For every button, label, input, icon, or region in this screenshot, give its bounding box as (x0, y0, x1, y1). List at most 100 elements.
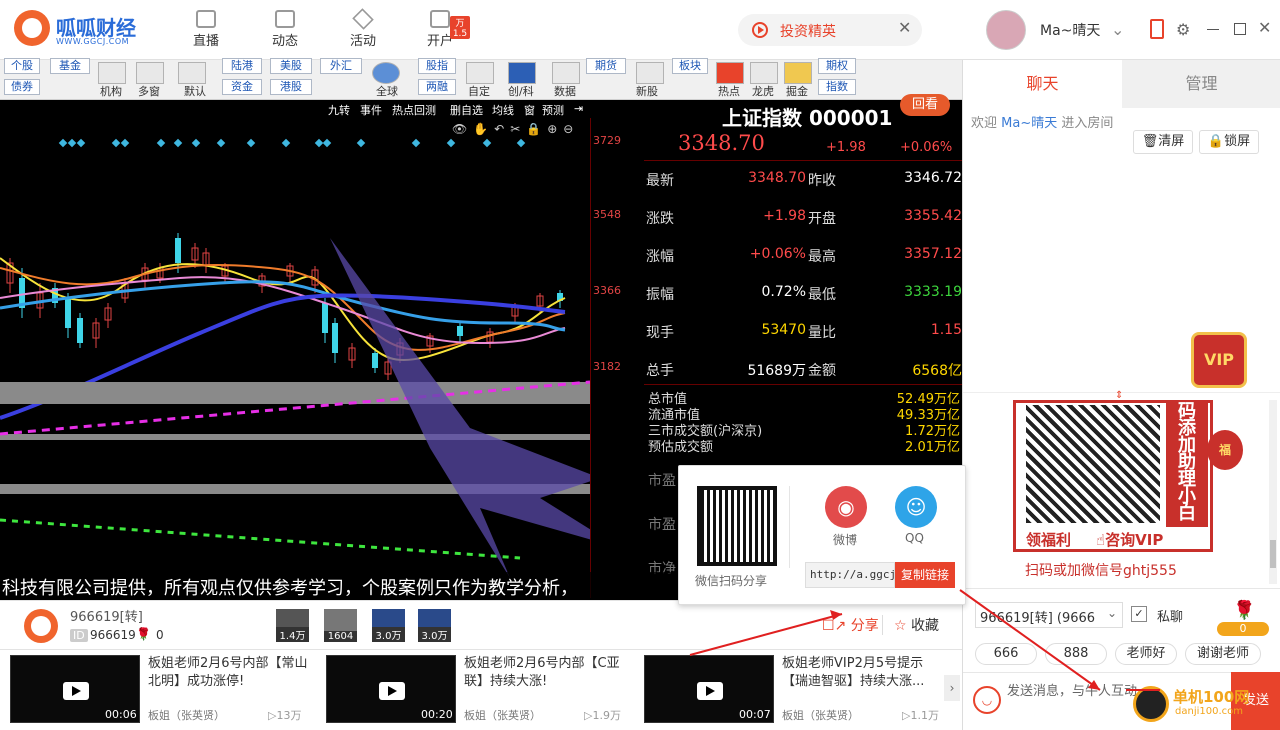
close-icon[interactable]: ✕ (898, 18, 911, 37)
video-title[interactable]: 板姐老师VIP2月5号提示【瑞迪智驱】持续大涨... (782, 655, 942, 691)
dragon-tiger-icon[interactable] (750, 62, 778, 84)
toolbar-indices[interactable]: 指数 (818, 79, 856, 95)
emoji-icon[interactable]: ◡ (973, 686, 1001, 714)
hot-icon[interactable] (716, 62, 744, 84)
toolbar-bond[interactable]: 债券 (4, 79, 40, 95)
room-id: 966619 (90, 628, 136, 642)
quick-reply[interactable]: 888 (1045, 643, 1107, 665)
toolbar-stock[interactable]: 个股 (4, 58, 40, 74)
multi-window-icon[interactable] (136, 62, 164, 84)
copy-link-button[interactable]: 复制链接 (895, 562, 955, 588)
tool-window[interactable]: 窗 (524, 102, 535, 118)
quote-value: 53470 (761, 322, 806, 338)
promo-banner[interactable]: 投资精英 ✕ (738, 14, 922, 46)
toolbar-index-futures[interactable]: 股指 (418, 58, 456, 74)
minimize-icon[interactable] (1207, 29, 1219, 30)
quote-row: 涨跌 +1.98 开盘 3355.42 (646, 208, 962, 228)
clear-button[interactable]: 🗑清屏 (1133, 130, 1193, 154)
weibo-icon[interactable]: ◉ (825, 486, 867, 528)
home-icon[interactable] (178, 62, 206, 84)
quote-key: 最新 (646, 173, 674, 189)
tab-manage[interactable]: 管理 (1122, 60, 1280, 108)
toolbar-sector[interactable]: 板块 (672, 58, 708, 74)
custom-icon[interactable] (466, 62, 494, 84)
private-checkbox[interactable]: ✓ (1131, 606, 1147, 622)
toolbar-forex[interactable]: 外汇 (320, 58, 362, 74)
quick-reply[interactable]: 666 (975, 643, 1037, 665)
avatar[interactable] (986, 10, 1026, 50)
gift-button[interactable]: 🌹 0 (1217, 600, 1269, 636)
guest-avatar[interactable]: 3.0万 (418, 609, 451, 642)
chevron-down-icon: ⌄ (1107, 606, 1118, 620)
tool-backtest[interactable]: 热点回测 (392, 102, 436, 118)
room-info-bar: 966619[转] ID 966619 🌹 0 1.4万 1604 3.0万 3… (0, 600, 962, 650)
pe-data-icon[interactable] (552, 62, 580, 84)
quote-price: 3348.70 (678, 131, 765, 155)
institution-icon[interactable] (98, 62, 126, 84)
toolbar-futures[interactable]: 期货 (586, 58, 626, 74)
toolbar-margin[interactable]: 两融 (418, 79, 456, 95)
video-duration: 00:06 (105, 708, 137, 721)
video-title[interactable]: 板姐老师2月6号内部【C亚联】持续大涨! (464, 655, 624, 691)
tool-forecast[interactable]: 预测 (542, 102, 564, 118)
quick-reply[interactable]: 谢谢老师 (1185, 643, 1261, 665)
vip-badge[interactable]: VIP (1191, 332, 1247, 388)
share-link-field[interactable]: http://a.ggcj. (805, 562, 895, 588)
guest-avatar[interactable]: 1.4万 (276, 609, 309, 642)
quote-key: 总手 (646, 363, 674, 379)
quote-key: 开盘 (808, 211, 836, 227)
toolbar-us-stock[interactable]: 美股 (270, 58, 312, 74)
guest-fans: 1604 (324, 631, 357, 642)
window-close-icon[interactable]: ✕ (1258, 18, 1271, 37)
tool-ma[interactable]: 均线 (492, 102, 514, 118)
nav-activity[interactable]: 活动 (333, 6, 393, 56)
chevron-down-icon[interactable]: ⌄ (1111, 20, 1124, 39)
tool-nine-turn[interactable]: 九转 (328, 102, 350, 118)
y-tick: 3729 (593, 134, 621, 147)
kline-chart[interactable]: 九转 事件 热点回测 删自选 均线 窗 预测 ⇥ 👁✋↶✂🔒⊕⊖ 3729 35… (0, 100, 644, 600)
video-list: 00:06 板姐老师2月6号内部【常山北明】成功涨停! 板姐（张英贤） ▷13万… (0, 651, 962, 730)
toolbar-hk-connect[interactable]: 陆港 (222, 58, 262, 74)
quote-value: 6568亿 (912, 363, 962, 379)
guest-fans: 3.0万 (372, 627, 405, 642)
nav-live[interactable]: 直播 (176, 6, 236, 56)
video-thumbnail[interactable]: 00:07 (644, 655, 774, 723)
video-title[interactable]: 板姐老师2月6号内部【常山北明】成功涨停! (148, 655, 308, 691)
nav-feed[interactable]: 动态 (255, 6, 315, 56)
nav-account[interactable]: 开户 万1.5 (410, 6, 470, 56)
quote-value: 51689万 (747, 363, 806, 379)
new-stock-icon[interactable] (636, 62, 664, 84)
quote-pct: +0.06% (900, 140, 953, 155)
replay-button[interactable]: 回看 (900, 94, 950, 116)
globe-icon[interactable] (372, 62, 400, 84)
exit-icon[interactable]: ⇥ (574, 102, 583, 115)
tool-events[interactable]: 事件 (360, 102, 382, 118)
toolbar-fund[interactable]: 基金 (50, 58, 90, 74)
disclaimer-caption: 科技有限公司提供，所有观点仅供参考学习，个股案例只作为教学分析， (0, 572, 680, 602)
scrollbar[interactable] (1269, 400, 1277, 584)
tool-remove-watch[interactable]: 删自选 (450, 102, 483, 118)
gear-icon[interactable]: ⚙ (1176, 20, 1190, 39)
gold-icon[interactable] (784, 62, 812, 84)
faded-label: 市盈 (648, 473, 676, 489)
phone-icon[interactable] (1150, 19, 1164, 39)
video-thumbnail[interactable]: 00:06 (10, 655, 140, 723)
toolbar-options[interactable]: 期权 (818, 58, 856, 74)
toolbar-capital[interactable]: 资金 (222, 79, 262, 95)
maximize-icon[interactable] (1234, 23, 1246, 35)
ad-banner[interactable]: 码添加助理小白 领福利 ☝咨询VIP (1013, 400, 1213, 552)
username[interactable]: Ma~晴天 (1040, 20, 1100, 40)
qq-icon[interactable]: ☺ (895, 486, 937, 528)
chevron-right-icon[interactable]: › (944, 675, 960, 701)
room-select[interactable]: 966619[转] (9666 (975, 602, 1123, 628)
star-market-icon[interactable] (508, 62, 536, 84)
guest-avatar[interactable]: 1604 (324, 609, 357, 642)
toolbar-hk-stock[interactable]: 港股 (270, 79, 312, 95)
lock-button[interactable]: 🔒锁屏 (1199, 130, 1259, 154)
video-thumbnail[interactable]: 00:20 (326, 655, 456, 723)
share-button[interactable]: ☐↗ 分享 (822, 615, 879, 635)
tab-chat[interactable]: 聊天 (963, 60, 1122, 108)
quick-reply[interactable]: 老师好 (1115, 643, 1177, 665)
collect-button[interactable]: ☆ 收藏 (894, 615, 939, 635)
guest-avatar[interactable]: 3.0万 (372, 609, 405, 642)
